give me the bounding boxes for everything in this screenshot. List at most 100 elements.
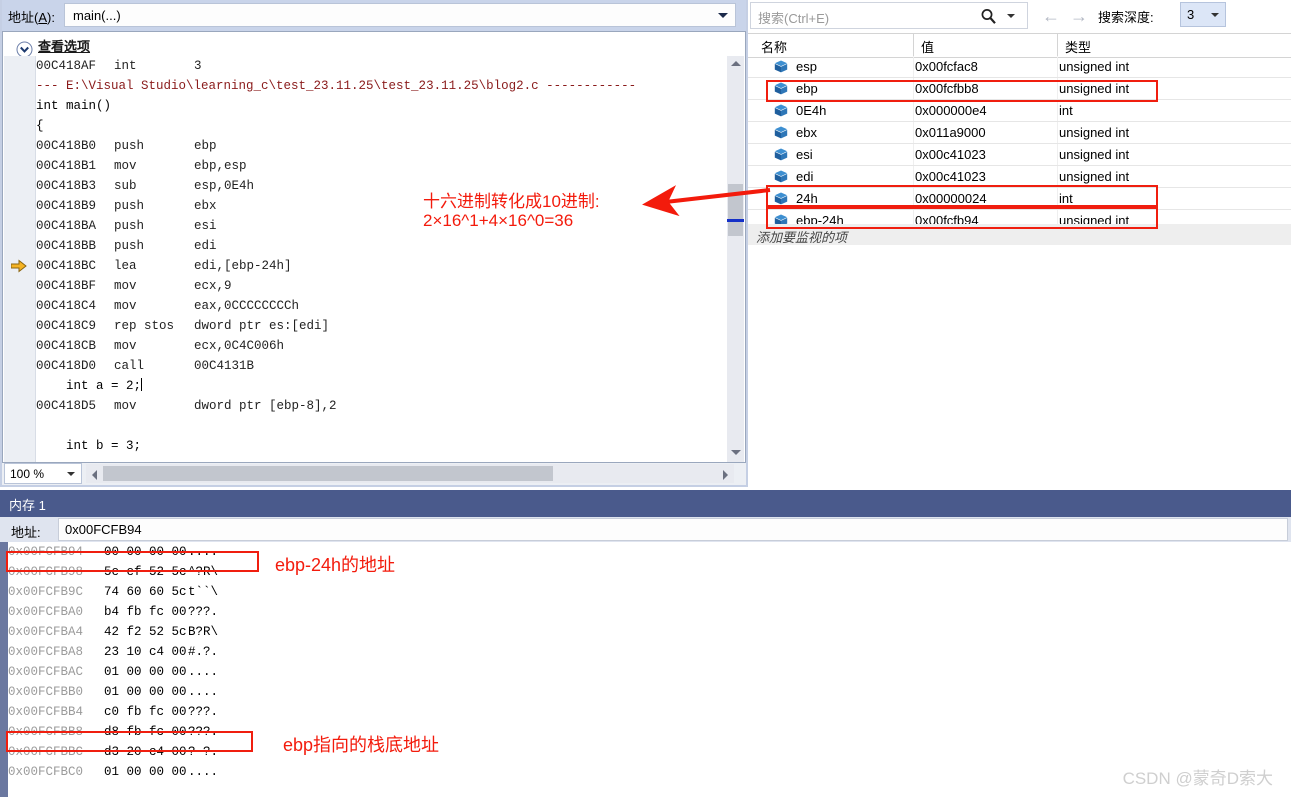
- scroll-up-icon[interactable]: [727, 56, 744, 73]
- horizontal-scroll-thumb[interactable]: [103, 466, 553, 481]
- disassembly-line[interactable]: 00C418BA push esi: [36, 216, 718, 236]
- disassembly-address: 00C418B0: [36, 139, 97, 153]
- chevron-down-icon[interactable]: [1007, 14, 1015, 18]
- disassembly-operands: esp,0E4h: [194, 179, 255, 193]
- memory-row-hex: 01 00 00 00: [104, 685, 187, 699]
- memory-row[interactable]: 0x00FCFBA0 b4 fb fc 00???.: [8, 602, 1291, 622]
- memory-row[interactable]: 0x00FCFBA4 42 f2 52 5cB?R\: [8, 622, 1291, 642]
- disassembly-operands: edi: [194, 239, 217, 253]
- memory-row[interactable]: 0x00FCFB98 5e ef 52 5c^?R\: [8, 562, 1291, 582]
- disassembly-operands: dword ptr es:[edi]: [194, 319, 330, 333]
- memory-address-value: 0x00FCFB94: [65, 522, 142, 537]
- disassembly-line[interactable]: int b = 3;: [36, 436, 718, 456]
- watch-add-item-row[interactable]: 添加要监视的项: [748, 224, 1291, 246]
- memory-row[interactable]: 0x00FCFBB0 01 00 00 00....: [8, 682, 1291, 702]
- watch-row[interactable]: 0E4h 0x000000e4 int: [748, 100, 1291, 122]
- disassembly-horizontal-scrollbar[interactable]: [86, 464, 734, 483]
- chevron-down-icon[interactable]: [1211, 13, 1219, 17]
- disassembly-mnemonic: push: [114, 239, 145, 253]
- memory-row-address: 0x00FCFB98: [8, 565, 84, 579]
- watch-row[interactable]: ebx 0x011a9000 unsigned int: [748, 122, 1291, 144]
- disassembly-line[interactable]: 00C418B0 push ebp: [36, 136, 718, 156]
- search-depth-combo[interactable]: 3: [1180, 2, 1226, 27]
- watch-pane: 搜索(Ctrl+E) ← → 搜索深度: 3 名称 值 类型 esp 0x00f…: [748, 0, 1291, 487]
- variable-icon: [774, 82, 788, 95]
- disassembly-line[interactable]: --- E:\Visual Studio\learning_c\test_23.…: [36, 76, 718, 96]
- watch-row[interactable]: esi 0x00c41023 unsigned int: [748, 144, 1291, 166]
- memory-row[interactable]: 0x00FCFBB4 c0 fb fc 00???.: [8, 702, 1291, 722]
- watch-row[interactable]: 24h 0x00000024 int: [748, 188, 1291, 210]
- disassembly-line[interactable]: {: [36, 116, 718, 136]
- memory-row-hex: c0 fb fc 00: [104, 705, 187, 719]
- disassembly-operands: dword ptr [ebp-8],2: [194, 399, 337, 413]
- variable-icon: [774, 126, 788, 139]
- disassembly-line[interactable]: 00C418CB mov ecx,0C4C006h: [36, 336, 718, 356]
- memory-row[interactable]: 0x00FCFB94 00 00 00 00....: [8, 542, 1291, 562]
- variable-icon: [774, 104, 788, 117]
- disassembly-code-area[interactable]: 00C418AF int 3 --- E:\Visual Studio\learnin…: [36, 56, 718, 462]
- disassembly-line[interactable]: 00C418BC lea edi,[ebp-24h]: [36, 256, 718, 276]
- memory-address-input[interactable]: 0x00FCFB94: [58, 518, 1288, 541]
- scroll-right-icon[interactable]: [717, 464, 734, 483]
- disassembly-line[interactable]: 00C418C4 mov eax,0CCCCCCCCh: [36, 296, 718, 316]
- disassembly-body: 查看选项 00C418AF int 3 --- E:\Visual Studio\le…: [2, 31, 746, 463]
- watch-row-type: unsigned int: [1059, 147, 1130, 162]
- disassembly-vertical-scrollbar[interactable]: [727, 56, 744, 462]
- memory-row-address: 0x00FCFBAC: [8, 665, 84, 679]
- disassembly-line[interactable]: [36, 416, 718, 436]
- memory-row-hex: 01 00 00 00: [104, 765, 187, 779]
- disassembly-operands: 00C4131B: [194, 359, 255, 373]
- disassembly-address: 00C418B1: [36, 159, 97, 173]
- memory-row[interactable]: 0x00FCFBBC d3 20 c4 00? ?.: [8, 742, 1291, 762]
- disassembly-line[interactable]: int main(): [36, 96, 718, 116]
- current-instruction-arrow-icon: [10, 259, 27, 273]
- disassembly-address: 00C418BF: [36, 279, 97, 293]
- column-header-type[interactable]: 类型: [1065, 37, 1091, 56]
- memory-row[interactable]: 0x00FCFBC0 01 00 00 00....: [8, 762, 1291, 782]
- address-input[interactable]: main(...): [64, 3, 736, 27]
- disassembly-mnemonic: rep stos: [114, 319, 175, 333]
- chevron-down-icon[interactable]: [718, 13, 728, 18]
- watch-row-value: 0x00fcfac8: [915, 59, 978, 74]
- memory-row[interactable]: 0x00FCFBA8 23 10 c4 00#.?.: [8, 642, 1291, 662]
- watch-row-name: esi: [796, 147, 813, 162]
- zoom-level-combo[interactable]: 100 %: [4, 463, 82, 484]
- disassembly-line[interactable]: 00C418C9 rep stos dword ptr es:[edi]: [36, 316, 718, 336]
- disassembly-line[interactable]: 00C418B9 push ebx: [36, 196, 718, 216]
- disassembly-line[interactable]: 00C418B1 mov ebp,esp: [36, 156, 718, 176]
- disassembly-line[interactable]: 00C418AF int 3: [36, 56, 718, 76]
- watch-row[interactable]: esp 0x00fcfac8 unsigned int: [748, 56, 1291, 78]
- memory-row-ascii: #.?.: [188, 645, 219, 659]
- column-header-name[interactable]: 名称: [761, 37, 787, 56]
- memory-row[interactable]: 0x00FCFB9C 74 60 60 5ct``\: [8, 582, 1291, 602]
- disassembly-address: 00C418C4: [36, 299, 97, 313]
- chevron-down-icon[interactable]: [67, 472, 75, 476]
- memory-row[interactable]: 0x00FCFBB8 d8 fb fc 00???.: [8, 722, 1291, 742]
- view-options-bar[interactable]: 查看选项: [3, 32, 745, 58]
- disassembly-line[interactable]: int a = 2;: [36, 376, 718, 396]
- disassembly-address: 00C418C9: [36, 319, 97, 333]
- watch-row[interactable]: edi 0x00c41023 unsigned int: [748, 166, 1291, 188]
- memory-row[interactable]: 0x00FCFBAC 01 00 00 00....: [8, 662, 1291, 682]
- arrow-left-icon[interactable]: ←: [1040, 5, 1062, 27]
- column-header-value[interactable]: 值: [921, 37, 934, 56]
- disassembly-line[interactable]: 00C418D0 call 00C4131B: [36, 356, 718, 376]
- disassembly-line[interactable]: 00C418B3 sub esp,0E4h: [36, 176, 718, 196]
- disassembly-line[interactable]: 00C418D5 mov dword ptr [ebp-8],2: [36, 396, 718, 416]
- scroll-left-icon[interactable]: [86, 464, 103, 483]
- memory-rows[interactable]: 0x00FCFB94 00 00 00 00.... 0x00FCFB98 5e ef…: [8, 542, 1291, 797]
- vertical-scroll-thumb[interactable]: [728, 184, 743, 236]
- watch-row-value: 0x00000024: [915, 191, 987, 206]
- watch-row-name: ebx: [796, 125, 817, 140]
- scroll-down-icon[interactable]: [727, 445, 744, 462]
- disassembly-line[interactable]: 00C418BF mov ecx,9: [36, 276, 718, 296]
- memory-row-address: 0x00FCFBB4: [8, 705, 84, 719]
- memory-row-hex: 00 00 00 00: [104, 545, 187, 559]
- search-input[interactable]: 搜索(Ctrl+E): [750, 2, 1028, 29]
- disassembly-line[interactable]: 00C418BB push edi: [36, 236, 718, 256]
- watch-row-value: 0x011a9000: [915, 125, 986, 140]
- arrow-right-icon[interactable]: →: [1068, 5, 1090, 27]
- watch-row[interactable]: ebp 0x00fcfbb8 unsigned int: [748, 78, 1291, 100]
- search-icon[interactable]: [979, 7, 999, 27]
- text-caret: [141, 378, 143, 391]
